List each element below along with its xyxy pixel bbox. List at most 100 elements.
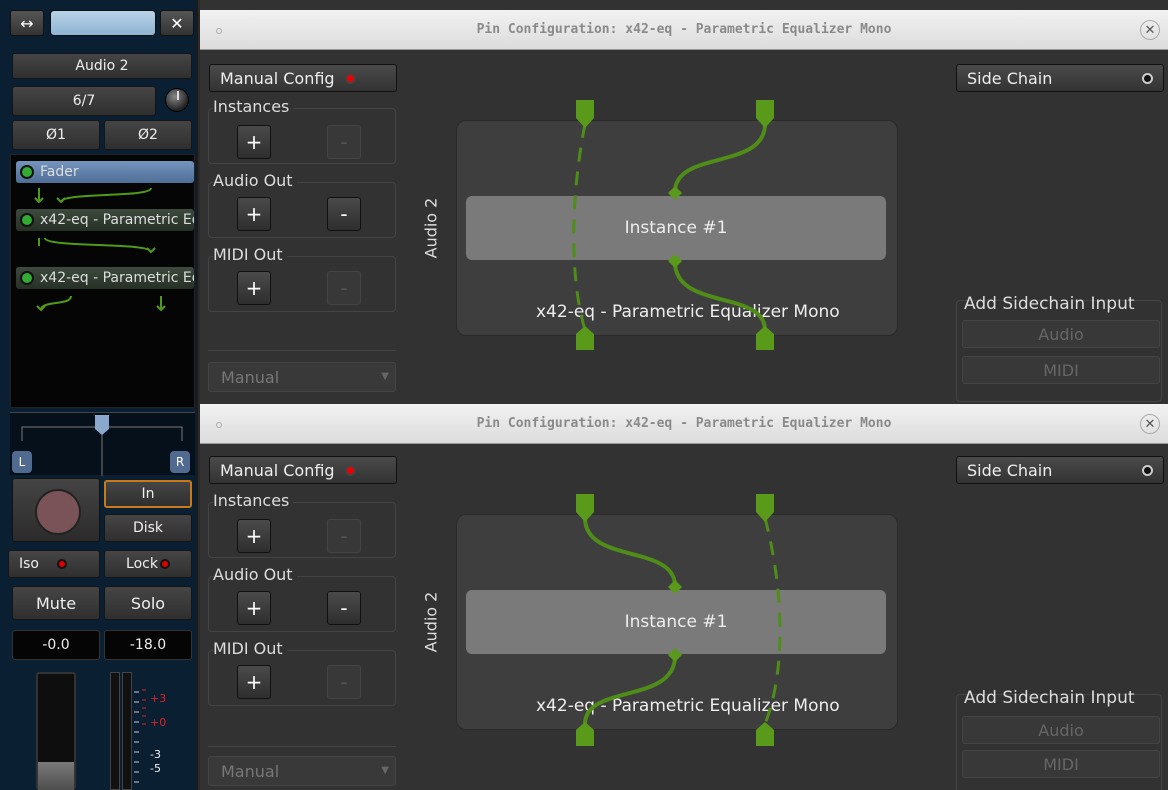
- add-sidechain-audio-button[interactable]: Audio: [962, 716, 1160, 744]
- track-label-text: Audio 2: [421, 197, 441, 259]
- remove-midi-out-button[interactable]: -: [327, 271, 361, 305]
- add-instance-button[interactable]: +: [237, 519, 271, 553]
- remove-instance-button[interactable]: -: [327, 125, 361, 159]
- lock-label: Lock: [126, 556, 158, 572]
- close-icon[interactable]: ✕: [1140, 414, 1160, 434]
- chevron-down-icon: ▼: [381, 765, 389, 776]
- phase-invert-1-button[interactable]: Ø1: [12, 120, 100, 150]
- track-name-field[interactable]: [50, 10, 156, 36]
- iso-led: [57, 559, 67, 569]
- title-bar[interactable]: Pin Configuration: x42-eq - Parametric E…: [200, 10, 1168, 50]
- sidechain-group: [956, 300, 1162, 402]
- remove-instance-button[interactable]: -: [327, 519, 361, 553]
- track-label: Audio 2: [416, 168, 446, 288]
- add-audio-out-button[interactable]: +: [237, 591, 271, 625]
- add-audio-out-button[interactable]: +: [237, 197, 271, 231]
- side-chain-button[interactable]: Side Chain: [956, 456, 1164, 484]
- processor-enable-led[interactable]: [22, 273, 32, 283]
- title-bar[interactable]: Pin Configuration: x42-eq - Parametric E…: [200, 404, 1168, 444]
- mode-select-value: Manual: [221, 367, 280, 387]
- midi-out-group: MIDI Out + -: [208, 245, 396, 312]
- add-midi-out-button[interactable]: +: [237, 665, 271, 699]
- gain-fader[interactable]: [36, 672, 76, 790]
- lock-button[interactable]: Lock: [104, 550, 192, 578]
- side-chain-led: [1142, 464, 1153, 476]
- fader-handle[interactable]: [38, 762, 74, 790]
- pan-left-label: L: [12, 451, 32, 473]
- close-icon[interactable]: ✕: [1140, 20, 1160, 40]
- mode-select[interactable]: Manual ▼: [208, 362, 396, 392]
- solo-button[interactable]: Solo: [104, 586, 192, 620]
- processor-eq-1[interactable]: x42-eq - Parametric Equalizer Mono: [16, 209, 194, 231]
- routing-icon: [36, 295, 166, 312]
- processor-label: x42-eq - Parametric Equalizer Mono: [40, 212, 194, 228]
- add-midi-out-button[interactable]: +: [237, 271, 271, 305]
- peak-readout[interactable]: -18.0: [104, 630, 192, 660]
- add-sidechain-midi-button[interactable]: MIDI: [962, 356, 1160, 384]
- manual-config-button[interactable]: Manual Config: [209, 64, 397, 92]
- processor-label: Fader: [40, 164, 79, 180]
- meter-ticks: [134, 689, 146, 783]
- add-sidechain-label: Add Sidechain Input: [964, 688, 1135, 708]
- close-icon[interactable]: ✕: [160, 10, 194, 36]
- window-title: Pin Configuration: x42-eq - Parametric E…: [476, 416, 892, 431]
- divider: [208, 350, 396, 351]
- remove-audio-out-button[interactable]: -: [327, 197, 361, 231]
- midi-out-label: MIDI Out: [213, 245, 287, 264]
- side-chain-label: Side Chain: [967, 68, 1053, 88]
- plugin-name-label: x42-eq - Parametric Equalizer Mono: [536, 696, 840, 716]
- add-sidechain-midi-button[interactable]: MIDI: [962, 750, 1160, 778]
- processor-enable-led[interactable]: [22, 167, 32, 177]
- processor-enable-led[interactable]: [22, 215, 32, 225]
- manual-config-label: Manual Config: [220, 460, 335, 480]
- instances-label: Instances: [213, 97, 294, 116]
- track-name-button[interactable]: Audio 2: [12, 53, 192, 79]
- panner[interactable]: L R: [10, 412, 195, 476]
- meter-scale-label: +0: [150, 716, 167, 729]
- iso-button[interactable]: Iso: [8, 550, 100, 578]
- side-chain-led: [1142, 72, 1153, 84]
- add-instance-button[interactable]: +: [237, 125, 271, 159]
- manual-config-led: [344, 72, 356, 84]
- chevron-down-icon: ▼: [381, 371, 389, 382]
- mute-button[interactable]: Mute: [12, 586, 100, 620]
- meter-scale-label: -5: [150, 762, 161, 775]
- remove-midi-out-button[interactable]: -: [327, 665, 361, 699]
- pin-config-window: Pin Configuration: x42-eq - Parametric E…: [200, 404, 1168, 790]
- manual-config-button[interactable]: Manual Config: [209, 456, 397, 484]
- processor-fader[interactable]: Fader: [16, 161, 194, 183]
- instance-block[interactable]: Instance #1: [466, 196, 886, 260]
- audio-out-label: Audio Out: [213, 565, 297, 584]
- record-enable-button[interactable]: [12, 478, 100, 542]
- mode-select[interactable]: Manual ▼: [208, 756, 396, 786]
- instances-group: Instances + -: [208, 491, 396, 558]
- side-chain-button[interactable]: Side Chain: [956, 64, 1164, 92]
- level-meter-right: [122, 672, 132, 790]
- width-toggle-icon[interactable]: ↔: [10, 10, 44, 36]
- remove-audio-out-button[interactable]: -: [327, 591, 361, 625]
- track-label-text: Audio 2: [421, 591, 441, 653]
- manual-config-led: [344, 464, 356, 476]
- routing-icon: [38, 237, 156, 254]
- instance-block[interactable]: Instance #1: [466, 590, 886, 654]
- processor-box: Fader x42-eq - Parametric Equalizer Mono…: [10, 154, 195, 408]
- monitor-disk-button[interactable]: Disk: [104, 514, 192, 542]
- gain-readout[interactable]: -0.0: [12, 630, 100, 660]
- monitor-input-button[interactable]: In: [104, 480, 192, 508]
- meter-scale-label: -3: [150, 748, 161, 761]
- iso-label: Iso: [19, 556, 39, 572]
- mode-select-value: Manual: [221, 761, 280, 781]
- window-title: Pin Configuration: x42-eq - Parametric E…: [476, 22, 892, 37]
- side-chain-label: Side Chain: [967, 460, 1053, 480]
- manual-config-label: Manual Config: [220, 68, 335, 88]
- phase-invert-2-button[interactable]: Ø2: [104, 120, 192, 150]
- input-button[interactable]: 6/7: [12, 86, 156, 116]
- mixer-strip: ↔ ✕ Audio 2 6/7 Ø1 Ø2 Fader x42-eq - Par…: [0, 0, 198, 790]
- panner-graphic: [21, 415, 183, 476]
- instances-label: Instances: [213, 491, 294, 510]
- add-sidechain-audio-button[interactable]: Audio: [962, 320, 1160, 348]
- processor-eq-2[interactable]: x42-eq - Parametric Equalizer Mono: [16, 267, 194, 289]
- routing-icon: [34, 187, 152, 204]
- pin-config-window: Pin Configuration: x42-eq - Parametric E…: [200, 0, 1168, 404]
- trim-knob[interactable]: [165, 88, 189, 112]
